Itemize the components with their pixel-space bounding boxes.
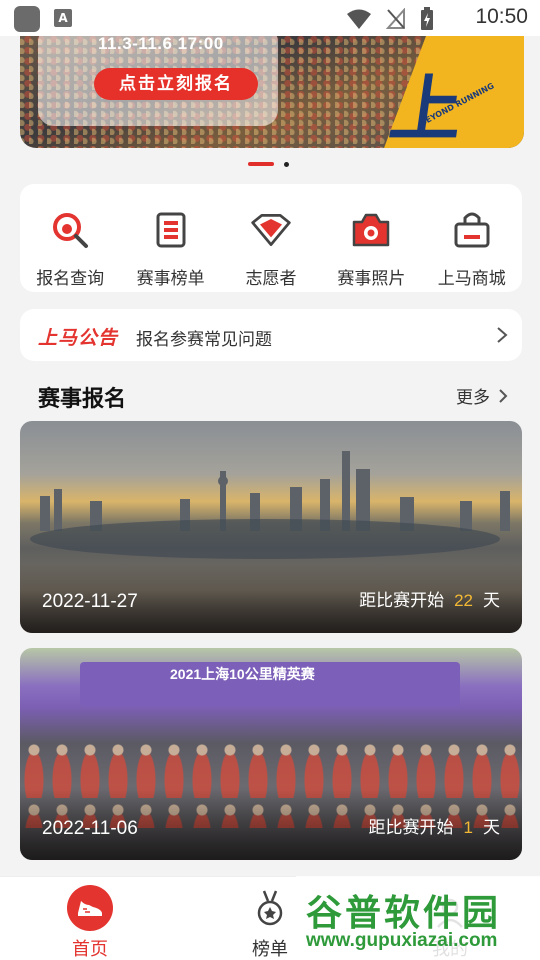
quick-item-label: 上马商城	[437, 269, 506, 289]
register-now-button[interactable]: 点击立刻报名	[94, 68, 258, 100]
promo-banner[interactable]: 11.3-11.6 17:00 点击立刻报名 BEYOND RUNNING 上马	[20, 36, 524, 148]
race-card[interactable]: 2022-11-27 距比赛开始 22 天	[20, 421, 522, 633]
announcement-tag: 上马公告	[38, 327, 119, 349]
race-date: 2022-11-06	[42, 818, 138, 839]
section-title: 赛事报名	[38, 387, 127, 412]
announcement-bar[interactable]: 上马公告 报名参赛常见问题	[20, 309, 522, 361]
river	[30, 519, 500, 559]
status-bar: A 10:50	[0, 0, 540, 36]
banner-card: 11.3-11.6 17:00 点击立刻报名	[38, 36, 278, 126]
watermark-text: 谷普软件园	[306, 893, 502, 934]
countdown-days: 1	[463, 818, 473, 837]
nav-home-label: 首页	[72, 939, 108, 960]
quick-item-label: 志愿者	[245, 269, 297, 289]
quick-item-registration-query[interactable]: 报名查询	[22, 208, 118, 292]
arch-text: 2021上海10公里精英赛	[170, 666, 315, 682]
no-signal-icon	[386, 8, 405, 29]
watermark: 谷普软件园 www.gupuxiazai.com	[296, 876, 540, 960]
race-countdown: 距比赛开始 22 天	[359, 586, 500, 611]
quick-menu: 报名查询 赛事榜单 志愿者 赛事照片 上马商城	[20, 184, 522, 292]
text-notification-icon: A	[54, 9, 72, 27]
carousel-dot[interactable]	[284, 162, 289, 167]
carousel-dot-active[interactable]	[248, 162, 274, 166]
quick-item-race-photos[interactable]: 赛事照片	[323, 208, 419, 292]
running-shoe-icon	[67, 885, 113, 931]
race-date: 2022-11-27	[42, 591, 138, 612]
countdown-days: 22	[454, 591, 473, 610]
shop-bag-icon	[450, 208, 494, 252]
quick-item-race-ranking[interactable]: 赛事榜单	[123, 208, 219, 292]
status-icons	[346, 6, 434, 32]
battery-charging-icon	[421, 7, 433, 30]
camera-icon	[349, 208, 393, 252]
carousel-indicator	[0, 162, 540, 168]
quick-item-shop[interactable]: 上马商城	[424, 208, 520, 292]
more-link-label: 更多	[456, 388, 490, 408]
wifi-icon	[347, 9, 371, 29]
race-card[interactable]: 2021上海10公里精英赛 2022-11-06 距比赛开始 1 天	[20, 648, 522, 860]
chevron-right-icon	[497, 327, 508, 343]
medal-icon	[257, 890, 283, 926]
banner-date: 11.3-11.6 17:00	[98, 36, 224, 53]
quick-item-label: 赛事榜单	[136, 269, 205, 289]
diamond-icon	[249, 208, 293, 252]
countdown-unit: 天	[483, 818, 500, 838]
quick-item-volunteer[interactable]: 志愿者	[223, 208, 319, 292]
app-notification-icon	[14, 6, 40, 32]
countdown-prefix: 距比赛开始	[359, 591, 445, 611]
race-countdown: 距比赛开始 1 天	[369, 813, 500, 838]
status-time: 10:50	[475, 5, 528, 28]
chevron-right-icon	[499, 388, 508, 403]
quick-item-label: 报名查询	[36, 269, 105, 289]
nav-rank-label: 榜单	[252, 939, 288, 960]
countdown-prefix: 距比赛开始	[368, 818, 454, 838]
more-link[interactable]: 更多	[456, 383, 508, 408]
search-icon	[48, 208, 92, 252]
announcement-text: 报名参赛常见问题	[136, 330, 272, 350]
list-icon	[149, 208, 193, 252]
nav-home[interactable]: 首页	[40, 885, 140, 960]
quick-item-label: 赛事照片	[337, 269, 406, 289]
countdown-unit: 天	[483, 591, 500, 611]
watermark-url: www.gupuxiazai.com	[306, 930, 498, 951]
